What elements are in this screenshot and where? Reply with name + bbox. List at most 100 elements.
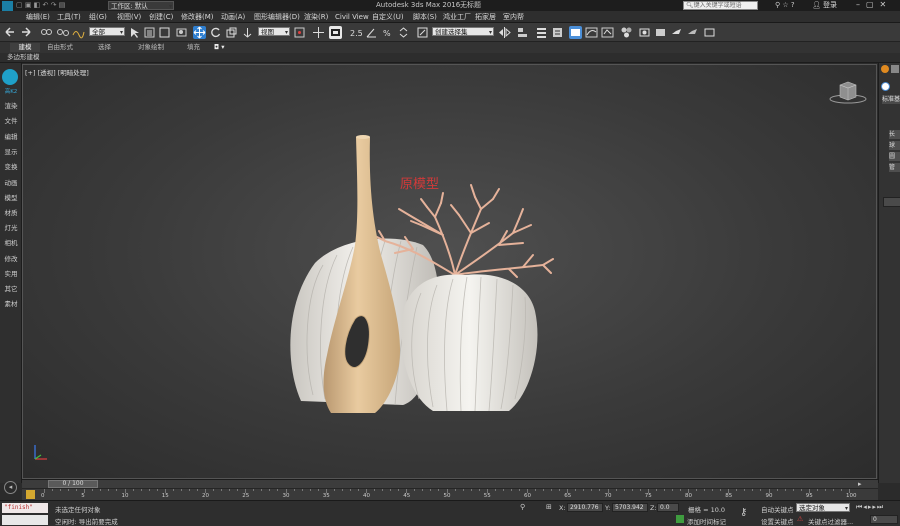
create-tube-button[interactable]: 管 bbox=[889, 163, 900, 172]
left-item-transform[interactable]: 变换 bbox=[2, 161, 20, 171]
rendered-frame-icon[interactable] bbox=[654, 26, 667, 39]
front-shell-vase[interactable] bbox=[401, 274, 538, 412]
add-time-tag[interactable]: 添加时间标记 bbox=[687, 516, 726, 526]
selection-filter-dropdown[interactable]: 全部 bbox=[89, 27, 125, 36]
snap-icon[interactable]: 2.5 bbox=[349, 26, 362, 39]
ribbon-toggle-icon[interactable] bbox=[569, 26, 582, 39]
left-item-file[interactable]: 文件 bbox=[2, 115, 20, 125]
select-object-icon[interactable] bbox=[128, 26, 141, 39]
track-bar[interactable]: 0 5 10 15 20 25 30 35 40 45 50 55 60 65 70 75 80 85 90 95 10… bbox=[22, 488, 878, 500]
perspective-viewport[interactable]: [+] [透视] [明暗处理] 原模型 bbox=[22, 64, 877, 479]
render-in-cloud-icon[interactable] bbox=[703, 26, 716, 39]
window-crossing-icon[interactable] bbox=[175, 26, 188, 39]
spinner-snap-icon[interactable] bbox=[397, 26, 410, 39]
next-frame-icon[interactable]: ▸ bbox=[858, 480, 862, 488]
render-iterative-icon[interactable] bbox=[686, 26, 699, 39]
rotate-icon[interactable] bbox=[209, 26, 222, 39]
select-by-name-icon[interactable] bbox=[143, 26, 156, 39]
set-key-label[interactable]: 设置关键点 bbox=[761, 516, 794, 526]
named-selection-dropdown[interactable]: 创建选择集 bbox=[432, 27, 494, 36]
toolbar-small-icons[interactable]: ⚲ ☆ ? bbox=[775, 1, 803, 10]
window-controls[interactable]: –▢✕ bbox=[856, 0, 900, 10]
left-item-animation[interactable]: 动画 bbox=[2, 177, 20, 187]
modify-tab-icon[interactable] bbox=[891, 65, 899, 73]
geometry-icon[interactable] bbox=[881, 82, 890, 91]
create-sphere-button[interactable]: 球 bbox=[889, 141, 900, 150]
create-tab-icon[interactable] bbox=[881, 65, 889, 73]
menu-customize[interactable]: 自定义(U) bbox=[372, 12, 404, 22]
playback-controls-icon[interactable]: ⏮◂▸▸⏭ bbox=[856, 503, 900, 513]
max-logo-icon[interactable] bbox=[2, 1, 13, 11]
ribbon-options-icon[interactable]: ◘ ▾ bbox=[214, 43, 224, 52]
scene-explorer-icon[interactable] bbox=[551, 26, 564, 39]
left-item-modify[interactable]: 修改 bbox=[2, 253, 20, 263]
time-slider[interactable]: 0 / 100 ▸ bbox=[22, 479, 878, 488]
time-tag-icon[interactable] bbox=[676, 515, 684, 523]
menu-plugin-3[interactable]: 室内帮 bbox=[503, 12, 524, 22]
current-frame-field[interactable]: 0 bbox=[870, 515, 898, 524]
menu-modifiers[interactable]: 修改器(M) bbox=[181, 12, 214, 22]
menu-scripting[interactable]: 脚本(S) bbox=[413, 12, 437, 22]
time-slider-thumb[interactable]: 0 / 100 bbox=[48, 480, 98, 488]
key-selection-dropdown[interactable]: 选定对象 bbox=[796, 503, 850, 512]
undo-icon[interactable] bbox=[3, 26, 16, 39]
schematic-view-icon[interactable] bbox=[601, 26, 614, 39]
maxscript-input[interactable] bbox=[2, 515, 48, 525]
left-item-render[interactable]: 渲染 bbox=[2, 100, 20, 110]
left-item-camera[interactable]: 相机 bbox=[2, 237, 20, 247]
mirror-icon[interactable] bbox=[498, 26, 511, 39]
move-icon[interactable] bbox=[193, 26, 206, 39]
menu-plugin-1[interactable]: 鸿业工厂 bbox=[443, 12, 471, 22]
vase-scene[interactable] bbox=[23, 65, 877, 479]
scale-icon[interactable] bbox=[225, 26, 238, 39]
render-setup-icon[interactable] bbox=[638, 26, 651, 39]
menu-views[interactable]: 视图(V) bbox=[117, 12, 141, 22]
object-type-dropdown[interactable]: 标准基 bbox=[882, 95, 900, 104]
left-item-other[interactable]: 其它 bbox=[2, 283, 20, 293]
timeline-toggle-icon[interactable]: ◂ bbox=[4, 481, 17, 494]
bind-spacewarp-icon[interactable] bbox=[72, 26, 85, 39]
left-item-light[interactable]: 灯光 bbox=[2, 222, 20, 232]
tab-selection[interactable]: 选择 bbox=[98, 43, 111, 52]
key-mode-icon[interactable] bbox=[26, 490, 35, 499]
key-filter-icon[interactable]: ⚠ bbox=[797, 515, 803, 523]
reference-coord-dropdown[interactable]: 视图 bbox=[258, 27, 290, 36]
link-icon[interactable] bbox=[40, 26, 53, 39]
search-input[interactable]: 🔍︎键入关键字或短语 bbox=[683, 1, 758, 10]
tab-freeform[interactable]: 自由形式 bbox=[47, 43, 73, 52]
left-item-edit[interactable]: 编辑 bbox=[2, 131, 20, 141]
layer-manager-icon[interactable] bbox=[535, 26, 548, 39]
edit-named-selection-icon[interactable] bbox=[416, 26, 429, 39]
menu-edit[interactable]: 编辑(E) bbox=[26, 12, 50, 22]
lock-selection-icon[interactable]: ⚲ bbox=[520, 503, 525, 511]
left-item-display[interactable]: 显示 bbox=[2, 146, 20, 156]
render-production-icon[interactable] bbox=[670, 26, 683, 39]
unlink-icon[interactable] bbox=[56, 26, 69, 39]
tab-populate[interactable]: 填充 bbox=[187, 43, 200, 52]
maxscript-listener[interactable]: "finish" bbox=[2, 503, 48, 513]
menu-graph-editors[interactable]: 图形编辑器(D) bbox=[254, 12, 300, 22]
workspace-dropdown[interactable]: 工作区: 默认 bbox=[108, 1, 174, 10]
menu-rendering[interactable]: 渲染(R) bbox=[304, 12, 328, 22]
menu-group[interactable]: 组(G) bbox=[89, 12, 107, 22]
menu-plugin-2[interactable]: 拓家居 bbox=[475, 12, 496, 22]
key-filters-button[interactable]: 关键点过滤器... bbox=[808, 516, 853, 526]
x-coordinate-field[interactable]: 2910.776 bbox=[567, 503, 603, 512]
left-item-assets[interactable]: 素材 bbox=[2, 298, 20, 308]
z-coordinate-field[interactable]: 0.0 bbox=[657, 503, 679, 512]
left-item-model[interactable]: 模型 bbox=[2, 192, 20, 202]
curve-editor-icon[interactable] bbox=[585, 26, 598, 39]
angle-snap-icon[interactable] bbox=[365, 26, 378, 39]
keyboard-shortcut-icon[interactable] bbox=[329, 26, 342, 39]
quick-access-icons[interactable]: ▢ ▣ ◧ ↶ ↷ ▤ bbox=[16, 1, 106, 10]
set-key-icon[interactable]: ⚷ bbox=[740, 507, 747, 518]
material-editor-icon[interactable] bbox=[620, 26, 633, 39]
create-cylinder-button[interactable]: 圆 bbox=[889, 152, 900, 161]
pivot-center-icon[interactable] bbox=[293, 26, 306, 39]
select-manipulate-icon[interactable] bbox=[312, 26, 325, 39]
user-icon[interactable]: 👤︎ bbox=[812, 1, 822, 10]
align-icon[interactable] bbox=[516, 26, 529, 39]
menu-civil-view[interactable]: Civil View bbox=[335, 12, 369, 22]
left-item-utility[interactable]: 实用 bbox=[2, 268, 20, 278]
auto-key-label[interactable]: 自动关键点 bbox=[761, 504, 794, 514]
